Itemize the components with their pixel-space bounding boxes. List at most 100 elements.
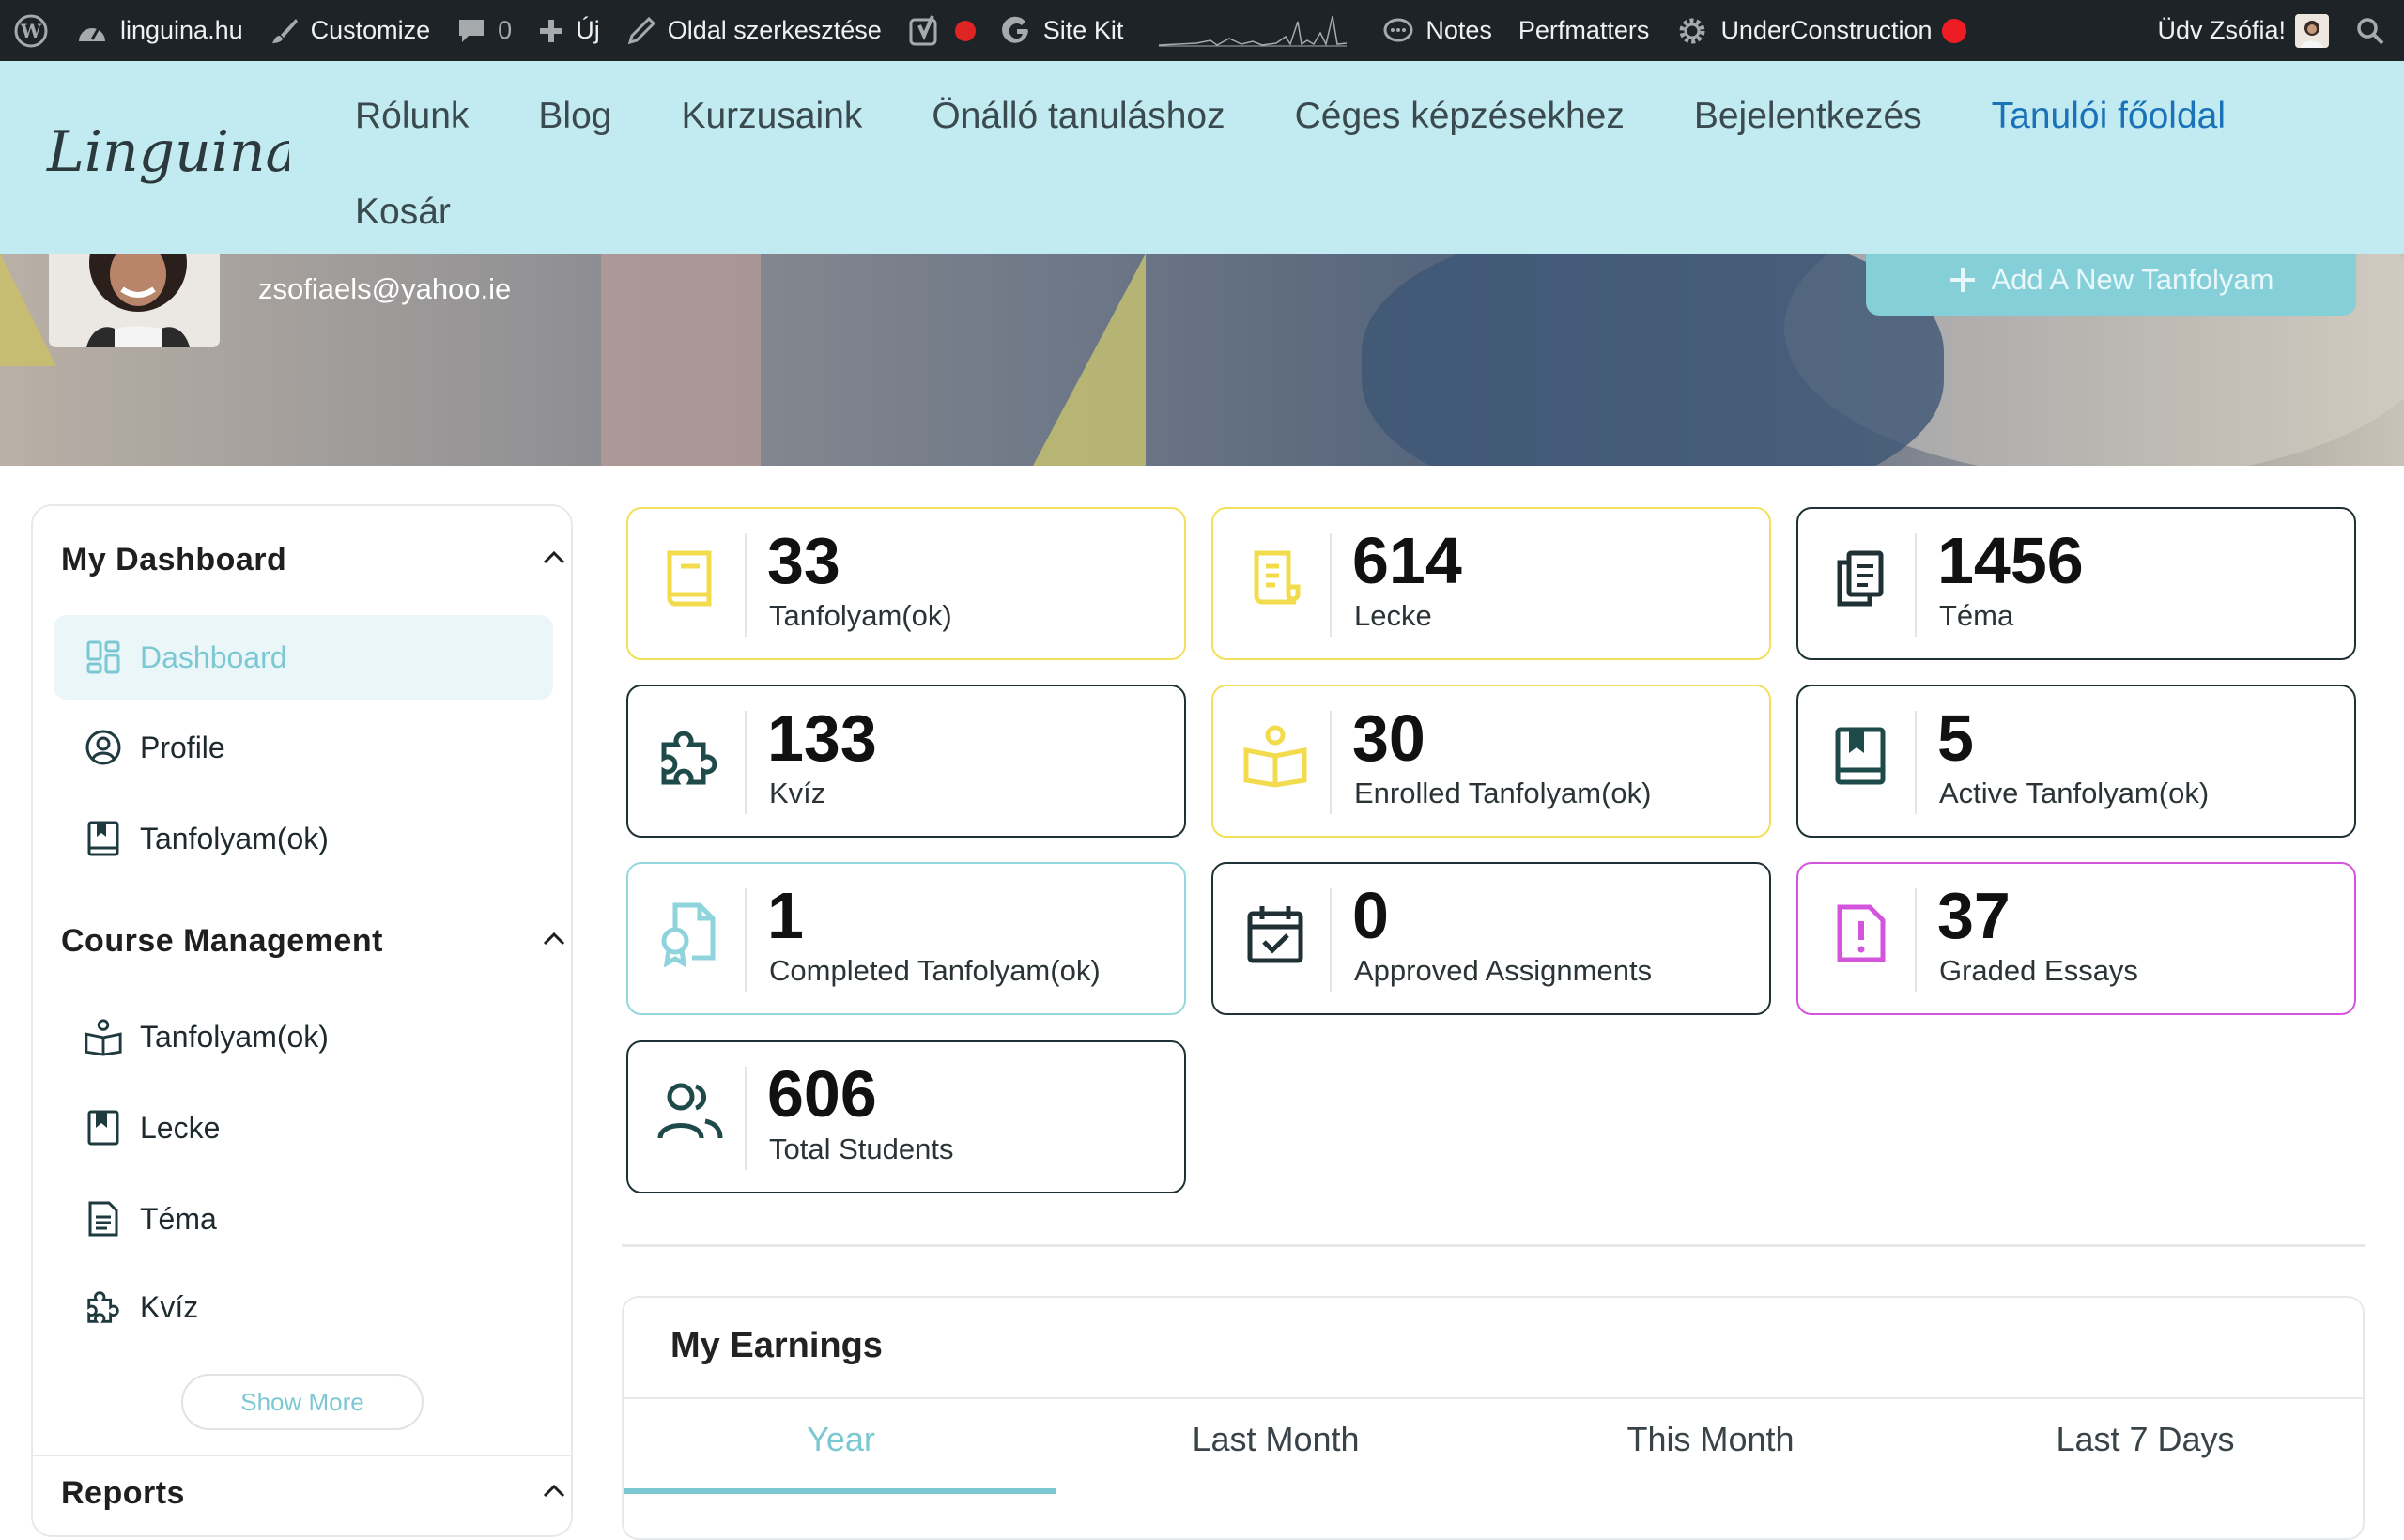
earnings-title: My Earnings [670,1326,883,1365]
dashboard-hero-banner: zsofiaels@yahoo.ie Add A New Tanfolyam [0,254,2404,466]
files-icon [1825,543,1896,614]
card-separator [1915,711,1917,814]
stat-value: 1 [767,879,804,952]
search-icon[interactable] [2342,0,2404,61]
open-book-icon [1240,720,1311,792]
sidebar-item-my-courses[interactable]: Tanfolyam(ok) [54,796,553,881]
sparkline-chart-icon [1159,15,1348,46]
stat-label: Approved Assignments [1354,954,1653,987]
earnings-divider [624,1397,2363,1399]
tab-this-month[interactable]: This Month [1493,1420,1928,1459]
stat-card-approved-assignments: 0 Approved Assignments [1211,862,1771,1015]
edit-page-label: Oldal szerkesztése [667,16,882,44]
stat-label: Téma [1939,599,2014,632]
card-separator [745,711,747,814]
under-construction-label: UnderConstruction [1720,16,1933,44]
stat-value: 0 [1352,879,1389,952]
calendar-check-icon [1240,898,1311,969]
main-navigation: Rólunk Blog Kurzusaink Önálló tanuláshoz… [355,82,2365,273]
nav-blog[interactable]: Blog [538,82,611,177]
book-icon [655,543,726,614]
nav-rolunk[interactable]: Rólunk [355,82,469,177]
stat-label: Enrolled Tanfolyam(ok) [1354,777,1652,809]
stat-value: 606 [767,1057,877,1131]
comments-link[interactable]: 0 [443,0,525,61]
linguina-logo-icon: Linguina [46,119,299,185]
nav-bejelentkezes[interactable]: Bejelentkezés [1694,82,1922,177]
site-logo[interactable]: Linguina [45,103,299,211]
sidebar-item-profile[interactable]: Profile [54,705,553,790]
comment-icon [459,19,485,42]
hero-decor [601,254,761,466]
site-name-link[interactable]: linguina.hu [62,0,256,61]
notes-link[interactable]: Notes [1369,0,1505,61]
status-dot [1941,18,1966,43]
show-more-button[interactable]: Show More [181,1374,424,1430]
chevron-up-icon[interactable] [540,925,568,953]
sidebar-item-lessons[interactable]: Lecke [54,1086,553,1170]
card-separator [745,533,747,637]
tab-last-month[interactable]: Last Month [1058,1420,1493,1459]
puzzle-icon [655,720,726,792]
notes-label: Notes [1425,16,1492,44]
nav-onallo-tanulashoz[interactable]: Önálló tanuláshoz [932,82,1225,177]
sidebar-item-label: Kvíz [140,1289,199,1324]
seo-status-dot [954,20,976,41]
brush-icon [271,18,298,43]
nav-tanuloi-fooldal[interactable]: Tanulói főoldal [1992,82,2226,177]
under-construction-link[interactable]: UnderConstruction [1662,0,1979,61]
nav-ceges-kepzesekhez[interactable]: Céges képzésekhez [1295,82,1625,177]
traffic-sparkline[interactable] [1136,0,1369,61]
customize-link[interactable]: Customize [256,0,444,61]
yoast-seo-menu[interactable] [895,0,989,61]
stat-value: 33 [767,524,840,597]
edit-page-link[interactable]: Oldal szerkesztése [613,0,895,61]
chevron-up-icon[interactable] [540,544,568,572]
section-course-management[interactable]: Course Management [61,923,565,960]
tab-last-7-days[interactable]: Last 7 Days [1928,1420,2363,1459]
sidebar-item-label: Tanfolyam(ok) [140,1019,329,1054]
sidebar-item-topics[interactable]: Téma [54,1177,553,1261]
site-kit-link[interactable]: Site Kit [989,0,1137,61]
nav-kurzusaink[interactable]: Kurzusaink [681,82,862,177]
sidebar-item-label: Téma [140,1201,217,1236]
customize-label: Customize [310,16,431,44]
card-separator [1330,888,1332,992]
card-separator [745,1067,747,1170]
sidebar-item-quizzes[interactable]: Kvíz [54,1265,553,1349]
active-tab-indicator [624,1488,1056,1494]
stat-label: Total Students [769,1132,954,1165]
tab-year[interactable]: Year [624,1420,1058,1459]
gear-icon [1679,18,1705,43]
bookmark-book-icon [1825,720,1896,792]
site-kit-label: Site Kit [1042,16,1124,44]
svg-text:W: W [20,20,42,42]
new-label: Új [576,16,600,44]
section-reports[interactable]: Reports [61,1475,565,1512]
stat-card-topics: 1456 Téma [1796,507,2356,660]
card-separator [745,888,747,992]
section-my-dashboard[interactable]: My Dashboard [61,542,565,578]
stat-card-lessons: 614 Lecke [1211,507,1771,660]
site-header: Linguina Rólunk Blog Kurzusaink Önálló t… [0,61,2404,254]
perfmatters-link[interactable]: Perfmatters [1505,0,1663,61]
open-book-icon [84,1017,123,1056]
new-content-link[interactable]: Új [525,0,613,61]
card-separator [1915,888,1917,992]
stat-card-courses: 33 Tanfolyam(ok) [626,507,1186,660]
sidebar-item-label: Dashboard [140,639,287,674]
chevron-up-icon[interactable] [540,1477,568,1505]
stat-value: 5 [1937,701,1974,775]
nav-kosar[interactable]: Kosár [355,177,451,273]
card-separator [1330,711,1332,814]
dashboard-icon [84,638,123,677]
stat-value: 1456 [1937,524,2084,597]
sidebar-item-label: Lecke [140,1110,221,1145]
sidebar-item-dashboard[interactable]: Dashboard [54,615,553,700]
hero-decor [1362,254,1944,466]
sidebar-item-courses[interactable]: Tanfolyam(ok) [54,994,553,1079]
certificate-icon [655,898,726,969]
wordpress-logo-icon[interactable]: W [0,0,62,61]
stat-label: Lecke [1354,599,1432,632]
my-account-menu[interactable]: Üdv Zsófia! [2144,0,2342,61]
